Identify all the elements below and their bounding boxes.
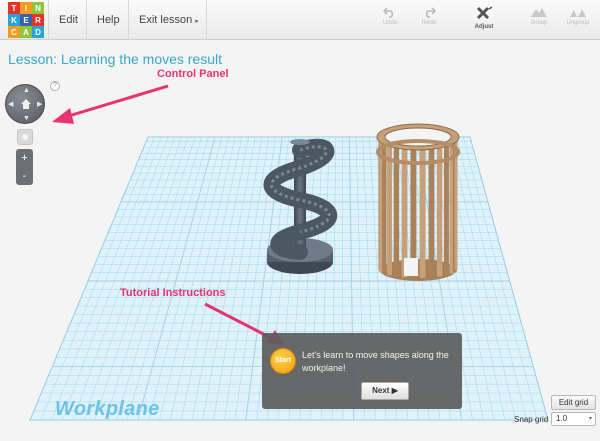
start-badge: Start bbox=[270, 348, 296, 374]
orbit-down-icon[interactable]: ▼ bbox=[23, 115, 30, 122]
next-button[interactable]: Next ▶ bbox=[361, 382, 409, 400]
perspective-toggle-button[interactable] bbox=[17, 129, 33, 145]
zoom-out-button[interactable]: - bbox=[16, 167, 33, 185]
workplane-label: Workplane bbox=[55, 398, 160, 420]
zoom-in-button[interactable]: + bbox=[16, 149, 33, 167]
orbit-left-icon[interactable]: ◀ bbox=[8, 101, 13, 108]
next-button-label: Next bbox=[372, 386, 390, 395]
edit-grid-button[interactable]: Edit grid bbox=[551, 395, 596, 410]
cage-bar bbox=[410, 140, 417, 278]
view-control-dpad[interactable]: ▲ ▼ ◀ ▶ bbox=[5, 84, 45, 124]
chevron-down-icon: ▾ bbox=[588, 416, 592, 422]
snap-grid-value: 1.0 bbox=[556, 414, 568, 423]
snap-grid-label: Snap grid bbox=[514, 415, 549, 424]
tutorial-popup: Start Let's learn to move shapes along t… bbox=[262, 333, 462, 409]
tutorial-instructions-annotation: Tutorial Instructions bbox=[120, 287, 226, 299]
home-view-icon[interactable] bbox=[19, 97, 33, 111]
help-icon[interactable]: ? bbox=[50, 81, 60, 91]
orbit-right-icon[interactable]: ▶ bbox=[37, 101, 42, 108]
cage-bar bbox=[454, 140, 458, 270]
snap-grid-select[interactable]: 1.0 ▾ bbox=[551, 412, 596, 426]
zoom-controls: + - bbox=[16, 149, 33, 185]
control-panel-arrow bbox=[52, 84, 169, 124]
cage-bar bbox=[419, 140, 426, 278]
play-icon: ▶ bbox=[391, 386, 398, 395]
control-panel-annotation: Control Panel bbox=[157, 68, 229, 80]
orbit-up-icon[interactable]: ▲ bbox=[23, 87, 30, 94]
tutorial-instruction-text: Let's learn to move shapes along the wor… bbox=[302, 350, 449, 373]
